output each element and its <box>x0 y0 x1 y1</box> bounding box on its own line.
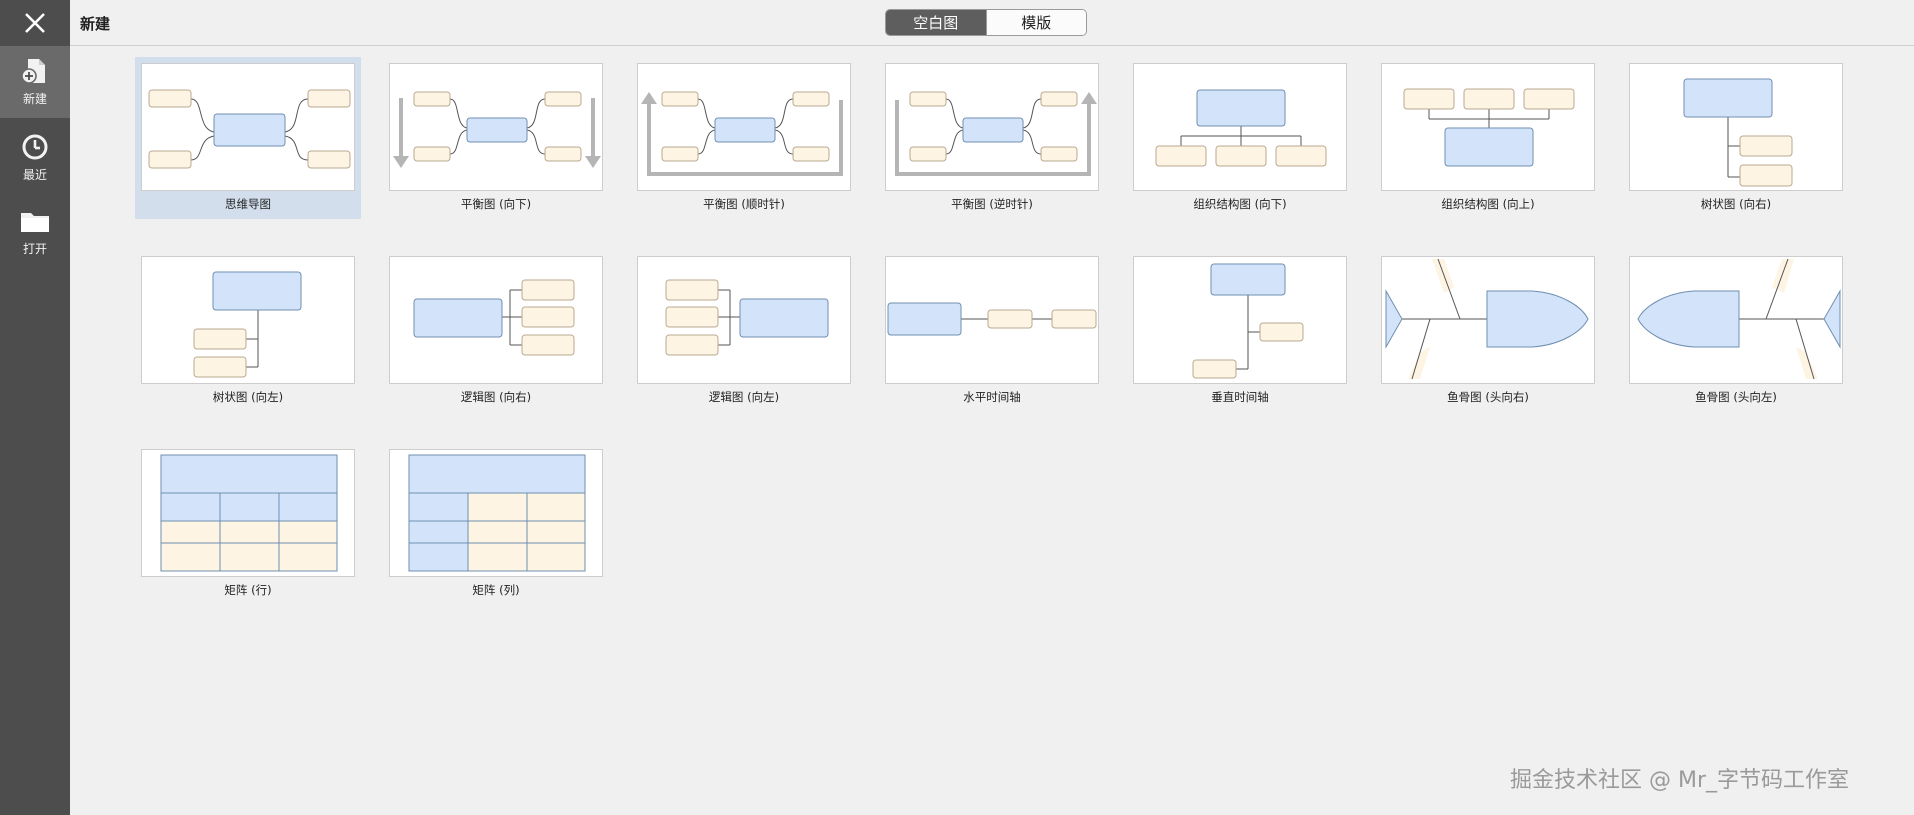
template-thumbnail <box>389 256 603 384</box>
logic-right-thumbnail <box>413 279 575 356</box>
org-chart-down-thumbnail <box>1155 89 1327 167</box>
sidebar: 新建 最近 打开 <box>0 0 70 815</box>
template-label: 逻辑图 (向右) <box>460 390 532 404</box>
template-thumbnail <box>1133 63 1347 191</box>
folder-icon <box>21 213 49 232</box>
template-thumbnail <box>1381 63 1595 191</box>
template-card-matrix-row[interactable]: 矩阵 (行) <box>135 443 361 605</box>
template-card-fishbone-right[interactable]: 鱼骨图 (头向右) <box>1375 250 1601 412</box>
template-card-logic-right[interactable]: 逻辑图 (向右) <box>383 250 609 412</box>
template-label: 思维导图 <box>225 197 271 211</box>
tree-left-thumbnail <box>193 271 302 378</box>
template-thumbnail <box>389 449 603 577</box>
template-card-org-chart-down[interactable]: 组织结构图 (向下) <box>1127 57 1353 219</box>
template-thumbnail <box>1629 63 1843 191</box>
matrix-column-thumbnail <box>408 454 586 572</box>
template-card-org-chart-up[interactable]: 组织结构图 (向上) <box>1375 57 1601 219</box>
template-thumbnail <box>885 63 1099 191</box>
template-thumbnail <box>885 256 1099 384</box>
template-thumbnail <box>389 63 603 191</box>
matrix-row-thumbnail <box>160 454 338 572</box>
logic-left-thumbnail <box>665 279 829 356</box>
template-card-balance-counterclockwise[interactable]: 平衡图 (逆时针) <box>879 57 1105 219</box>
template-label: 树状图 (向右) <box>1700 197 1772 211</box>
template-thumbnail <box>637 63 851 191</box>
clock-icon <box>22 134 48 160</box>
template-label: 垂直时间轴 <box>1211 390 1269 404</box>
top-bar: 新建 空白图 模版 <box>70 0 1914 46</box>
template-card-mind-map[interactable]: 思维导图 <box>135 57 361 219</box>
template-label: 平衡图 (向下) <box>460 197 532 211</box>
template-label: 平衡图 (逆时针) <box>951 197 1033 211</box>
template-label: 组织结构图 (向下) <box>1193 197 1287 211</box>
balance-clockwise-thumbnail <box>641 91 843 176</box>
sidebar-item-label: 最近 <box>22 168 47 182</box>
sidebar-item-open[interactable]: 打开 <box>0 196 70 268</box>
template-card-vertical-timeline[interactable]: 垂直时间轴 <box>1127 250 1353 412</box>
sidebar-item-label: 打开 <box>22 242 47 256</box>
template-card-fishbone-left[interactable]: 鱼骨图 (头向左) <box>1623 250 1849 412</box>
close-icon <box>25 13 45 33</box>
horizontal-timeline-thumbnail <box>887 302 1097 336</box>
template-card-tree-left[interactable]: 树状图 (向左) <box>135 250 361 412</box>
sidebar-item-new[interactable]: 新建 <box>0 46 70 118</box>
template-label: 树状图 (向左) <box>212 390 284 404</box>
tree-right-thumbnail <box>1683 78 1793 187</box>
template-thumbnail <box>141 256 355 384</box>
close-button[interactable] <box>0 0 70 46</box>
sidebar-item-label: 新建 <box>22 92 47 106</box>
template-tab[interactable]: 模版 <box>985 10 1086 35</box>
template-label: 矩阵 (行) <box>224 583 272 597</box>
page-title: 新建 <box>80 15 111 33</box>
fishbone-left-thumbnail <box>1637 258 1841 380</box>
template-thumbnail <box>1381 256 1595 384</box>
mode-segmented-control: 空白图 模版 <box>885 9 1087 36</box>
template-card-horizontal-timeline[interactable]: 水平时间轴 <box>879 250 1105 412</box>
blank-tab[interactable]: 空白图 <box>886 10 986 35</box>
template-thumbnail <box>141 63 355 191</box>
template-thumbnail <box>1133 256 1347 384</box>
mind-map-thumbnail <box>148 89 351 169</box>
fishbone-right-thumbnail <box>1385 258 1589 380</box>
template-label: 逻辑图 (向左) <box>708 390 780 404</box>
template-label: 组织结构图 (向上) <box>1441 197 1535 211</box>
template-thumbnail <box>1629 256 1843 384</box>
template-thumbnail <box>637 256 851 384</box>
template-label: 水平时间轴 <box>963 390 1021 404</box>
balance-down-thumbnail <box>393 91 601 168</box>
balance-counterclockwise-thumbnail <box>895 91 1097 176</box>
watermark: 掘金技术社区 @ Mr_字节码工作室 <box>1510 768 1850 793</box>
template-thumbnail <box>141 449 355 577</box>
template-card-balance-down[interactable]: 平衡图 (向下) <box>383 57 609 219</box>
vertical-timeline-thumbnail <box>1192 263 1304 379</box>
template-card-tree-right[interactable]: 树状图 (向右) <box>1623 57 1849 219</box>
template-label: 平衡图 (顺时针) <box>703 197 785 211</box>
new-document-icon <box>21 59 45 84</box>
sidebar-item-recent[interactable]: 最近 <box>0 122 70 194</box>
template-card-balance-clockwise[interactable]: 平衡图 (顺时针) <box>631 57 857 219</box>
template-label: 鱼骨图 (头向右) <box>1447 390 1529 404</box>
template-card-matrix-column[interactable]: 矩阵 (列) <box>383 443 609 605</box>
template-label: 矩阵 (列) <box>472 583 520 597</box>
org-chart-up-thumbnail <box>1403 88 1575 167</box>
template-label: 鱼骨图 (头向左) <box>1695 390 1777 404</box>
template-card-logic-left[interactable]: 逻辑图 (向左) <box>631 250 857 412</box>
